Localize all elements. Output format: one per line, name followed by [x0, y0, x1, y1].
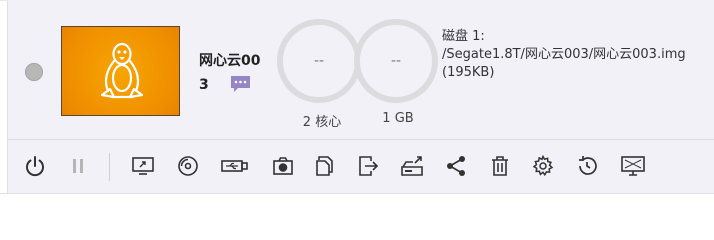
snapshot-button[interactable] — [269, 152, 297, 180]
history-button[interactable] — [573, 152, 601, 180]
cpu-usage-value: -- — [313, 53, 325, 69]
share-icon — [447, 156, 465, 176]
disk-info: 磁盘 1: /Segate1.8T/网心云003/网心云003.img (195… — [442, 28, 697, 82]
monitor-icon — [621, 156, 645, 176]
memory-usage-ring: -- — [354, 19, 438, 103]
disk-export-button[interactable] — [398, 152, 426, 180]
share-button[interactable] — [442, 152, 470, 180]
chat-bubble-icon[interactable] — [230, 75, 251, 93]
cpu-label: 2 核心 — [302, 115, 342, 130]
trash-icon — [492, 156, 508, 176]
linux-tux-icon — [100, 42, 144, 99]
toolbar-separator — [109, 153, 110, 181]
gear-icon — [532, 155, 554, 177]
card-bottom-border — [0, 193, 714, 194]
pause-icon — [73, 159, 83, 173]
memory-usage-value: -- — [390, 53, 402, 69]
console-button[interactable] — [129, 152, 157, 180]
display-button[interactable] — [619, 152, 647, 180]
snapshot-icon — [273, 157, 293, 175]
disk-title: 磁盘 1: — [442, 29, 485, 44]
clone-icon — [316, 156, 333, 176]
export-button[interactable] — [354, 152, 382, 180]
usb-icon — [221, 160, 248, 172]
power-button[interactable] — [21, 152, 49, 180]
export-icon — [359, 156, 379, 176]
power-icon — [26, 156, 44, 177]
disk-path: /Segate1.8T/网心云003/网心云003.img (195KB) — [442, 47, 686, 80]
usb-button[interactable] — [221, 152, 249, 180]
console-icon — [132, 157, 154, 175]
cpu-usage-ring: -- — [277, 19, 361, 103]
vm-toolbar — [7, 140, 714, 193]
vm-thumbnail[interactable] — [61, 26, 180, 116]
delete-button[interactable] — [486, 152, 514, 180]
history-icon — [579, 156, 597, 175]
vm-status-indicator — [25, 63, 43, 81]
settings-button[interactable] — [529, 152, 557, 180]
memory-label: 1 GB — [382, 111, 414, 126]
disk-export-icon — [401, 156, 423, 176]
pause-button[interactable] — [64, 152, 92, 180]
cd-icon — [178, 156, 198, 176]
clone-button[interactable] — [311, 152, 339, 180]
cd-button[interactable] — [174, 152, 202, 180]
